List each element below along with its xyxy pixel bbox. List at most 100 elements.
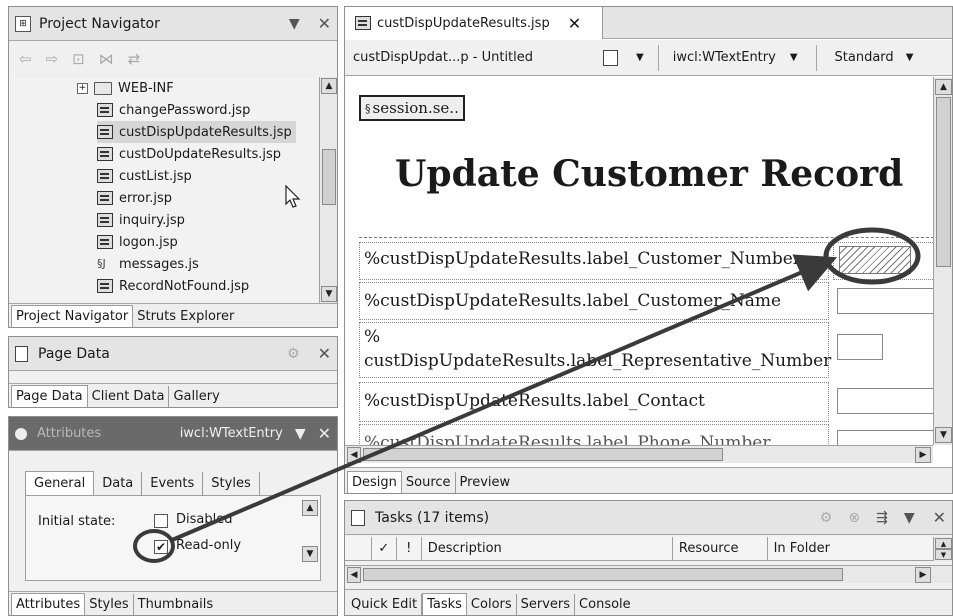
tree-item-error[interactable]: error.jsp (97, 187, 172, 209)
scroll-down-button[interactable]: ▼ (935, 549, 952, 560)
tab-events[interactable]: Events (142, 472, 204, 495)
phone-number-input[interactable] (837, 430, 933, 445)
link-editor-icon[interactable]: ⇄ (128, 50, 141, 68)
tab-general[interactable]: General (25, 471, 95, 495)
expand-icon[interactable]: + (77, 82, 88, 94)
page-properties-dropdown-icon[interactable]: ▼ (636, 52, 644, 63)
scroll-left-button[interactable]: ◀ (347, 447, 361, 463)
scroll-up-button[interactable]: ▲ (302, 500, 318, 516)
tab-gallery[interactable]: Gallery (169, 386, 223, 407)
view-menu-icon[interactable]: ▼ (289, 16, 300, 32)
column-header-description[interactable]: Description (422, 537, 673, 560)
row-label: %custDispUpdateResults.label_Phone_Numbe… (364, 433, 771, 445)
jsp-file-icon (97, 169, 113, 183)
tab-design[interactable]: Design (347, 471, 402, 493)
scroll-up-button[interactable]: ▲ (935, 79, 952, 95)
column-header-in-folder[interactable]: In Folder (768, 537, 933, 560)
scroll-thumb[interactable] (936, 97, 951, 267)
close-icon[interactable]: ✕ (318, 14, 331, 33)
tree-item-custdispupdateresults[interactable]: custDispUpdateResults.jsp (97, 121, 296, 143)
customer-name-input[interactable] (837, 288, 933, 314)
scroll-right-button[interactable]: ▶ (915, 447, 931, 463)
attributes-icon (15, 427, 27, 440)
tree-item-logon[interactable]: logon.jsp (97, 231, 178, 253)
tree-item-custlist[interactable]: custList.jsp (97, 165, 192, 187)
scroll-thumb[interactable] (363, 568, 843, 581)
mouse-cursor-icon (285, 185, 301, 208)
close-icon[interactable]: ✕ (318, 344, 331, 363)
scroll-right-button[interactable]: ▶ (915, 567, 931, 583)
representative-number-input[interactable] (837, 334, 883, 360)
editor-vertical-scrollbar[interactable]: ▲ ▼ (933, 77, 952, 445)
tree-item-messages[interactable]: §J messages.js (97, 253, 199, 275)
view-menu-icon[interactable]: ▼ (904, 510, 915, 526)
attributes-scrollbar[interactable]: ▲ ▼ (302, 500, 318, 564)
attributes-panel: Attributes iwcl:WTextEntry ▼ ✕ General D… (8, 416, 338, 616)
scroll-up-button[interactable]: ▲ (935, 538, 952, 549)
session-tag-label: session.se.. (372, 99, 459, 117)
tab-preview[interactable]: Preview (456, 472, 515, 493)
tree-item-changepassword[interactable]: changePassword.jsp (97, 99, 250, 121)
tab-tasks[interactable]: Tasks (422, 593, 467, 615)
tab-project-navigator[interactable]: Project Navigator (11, 305, 134, 327)
tab-colors[interactable]: Colors (467, 594, 517, 615)
tab-thumbnails[interactable]: Thumbnails (134, 594, 218, 615)
up-folder-icon[interactable]: ⊡ (72, 50, 85, 68)
component-select[interactable]: iwcl:WTextEntry (673, 50, 776, 65)
column-header-resource[interactable]: Resource (673, 537, 768, 560)
editor-horizontal-scrollbar[interactable]: ◀ ▶ (345, 445, 933, 463)
delete-completed-icon[interactable]: ⊗ (848, 510, 860, 526)
view-menu-icon[interactable]: ▼ (295, 426, 306, 442)
component-dropdown-icon[interactable]: ▼ (790, 52, 798, 63)
scroll-thumb[interactable] (322, 149, 336, 205)
editor-file-tab[interactable]: custDispUpdateResults.jsp ✕ (345, 7, 603, 39)
style-select[interactable]: Standard (835, 50, 894, 65)
scroll-down-button[interactable]: ▼ (321, 286, 337, 302)
navigator-scrollbar[interactable]: ▲ ▼ (319, 77, 337, 303)
style-dropdown-icon[interactable]: ▼ (906, 52, 914, 63)
disabled-checkbox[interactable] (154, 514, 168, 528)
close-icon[interactable]: ✕ (318, 424, 331, 443)
scroll-left-button[interactable]: ◀ (347, 567, 361, 583)
sort-icon[interactable]: ⇶ (876, 510, 888, 526)
tab-styles[interactable]: Styles (203, 472, 260, 495)
tab-source[interactable]: Source (402, 472, 456, 493)
contact-input[interactable] (837, 388, 933, 414)
tab-attributes[interactable]: Attributes (11, 593, 86, 615)
back-arrow-icon[interactable]: ⇦ (19, 50, 32, 68)
tab-data[interactable]: Data (94, 472, 143, 495)
design-canvas[interactable]: § session.se.. Update Customer Record %c… (345, 77, 933, 445)
collapse-all-icon[interactable]: ⋈ (99, 50, 114, 68)
form-table: %custDispUpdateResults.label_Customer_Nu… (359, 237, 933, 445)
column-header-done[interactable]: ✓ (372, 537, 397, 560)
tab-quick-edit[interactable]: Quick Edit (347, 594, 423, 615)
tab-styles-view[interactable]: Styles (85, 594, 134, 615)
tab-page-data[interactable]: Page Data (11, 385, 88, 407)
close-icon[interactable]: ✕ (568, 14, 581, 33)
forward-arrow-icon[interactable]: ⇨ (46, 50, 59, 68)
jsp-file-icon (97, 191, 113, 205)
scroll-down-button[interactable]: ▼ (302, 546, 318, 562)
readonly-checkbox[interactable]: ✔ (154, 540, 168, 554)
filter-icon[interactable]: ⚙ (820, 510, 833, 526)
tasks-horizontal-scrollbar[interactable]: ◀ ▶ (345, 565, 952, 583)
tab-servers[interactable]: Servers (517, 594, 576, 615)
scroll-thumb[interactable] (363, 448, 723, 461)
tree-item-recordnotfound[interactable]: RecordNotFound.jsp (97, 275, 249, 297)
scroll-up-button[interactable]: ▲ (321, 78, 337, 94)
session-tag[interactable]: § session.se.. (359, 95, 465, 121)
page-properties-icon[interactable] (603, 49, 618, 66)
tree-item-web-inf[interactable]: + WEB-INF (77, 77, 174, 99)
page-data-menu-icon[interactable]: ⚙ (287, 346, 300, 362)
customer-number-input[interactable] (839, 246, 911, 274)
scroll-down-button[interactable]: ▼ (935, 427, 952, 443)
tree-item-custdoupdateresults[interactable]: custDoUpdateResults.jsp (97, 143, 281, 165)
tab-struts-explorer[interactable]: Struts Explorer (133, 306, 238, 327)
jsp-file-icon (97, 147, 113, 161)
close-icon[interactable]: ✕ (933, 508, 946, 527)
tab-console[interactable]: Console (575, 594, 635, 615)
column-header-priority[interactable]: ! (397, 537, 422, 560)
tree-item-inquiry[interactable]: inquiry.jsp (97, 209, 185, 231)
tab-client-data[interactable]: Client Data (88, 386, 170, 407)
tasks-vertical-scrollbar[interactable]: ▲ ▼ (933, 537, 952, 561)
